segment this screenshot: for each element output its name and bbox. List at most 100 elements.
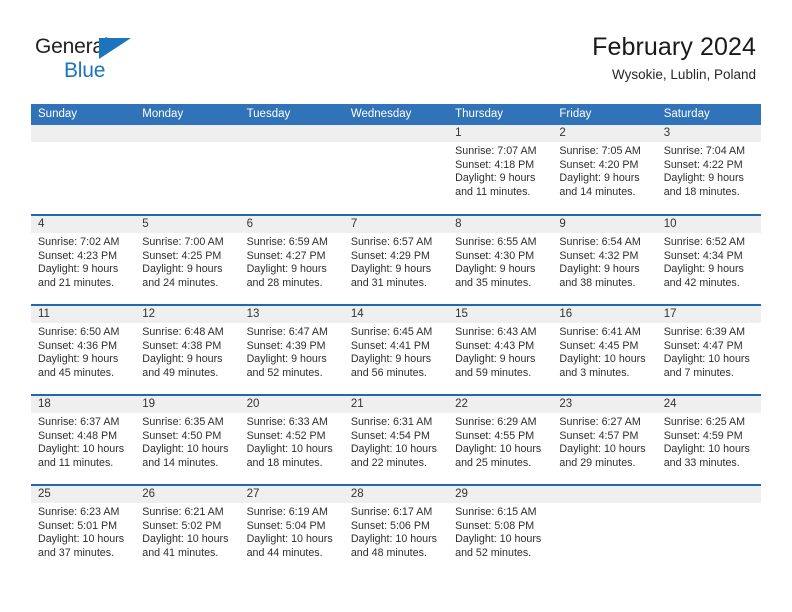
- day-number: [31, 125, 136, 142]
- day-details: Sunrise: 7:00 AM Sunset: 4:25 PM Dayligh…: [142, 236, 224, 289]
- day-number: [656, 486, 761, 503]
- day-details: Sunrise: 6:19 AM Sunset: 5:04 PM Dayligh…: [246, 506, 333, 559]
- day-cell[interactable]: 4 Sunrise: 7:02 AM Sunset: 4:23 PM Daylig…: [31, 214, 136, 305]
- day-details: Sunrise: 6:43 AM Sunset: 4:43 PM Dayligh…: [455, 326, 537, 379]
- day-number: [239, 125, 344, 142]
- calendar-week-row: 25 Sunrise: 6:23 AM Sunset: 5:01 PM Dayli…: [31, 484, 761, 575]
- day-cell[interactable]: 18 Sunrise: 6:37 AM Sunset: 4:48 PM Dayli…: [31, 394, 136, 485]
- day-number: 21: [343, 396, 449, 413]
- day-number: [552, 486, 657, 503]
- page-header: General Blue February 2024 Wysokie, Lubl…: [0, 0, 792, 82]
- day-cell[interactable]: [656, 484, 761, 575]
- weekday-header-sunday: Sunday: [31, 104, 136, 125]
- weekday-header-monday: Monday: [135, 104, 240, 125]
- day-details: Sunrise: 7:02 AM Sunset: 4:23 PM Dayligh…: [38, 236, 120, 289]
- day-cell[interactable]: 9 Sunrise: 6:54 AM Sunset: 4:32 PM Daylig…: [552, 214, 657, 305]
- day-cell[interactable]: 7 Sunrise: 6:57 AM Sunset: 4:29 PM Daylig…: [343, 214, 449, 305]
- day-details: [135, 142, 239, 145]
- day-cell[interactable]: 16 Sunrise: 6:41 AM Sunset: 4:45 PM Dayli…: [552, 304, 657, 395]
- day-cell[interactable]: 22 Sunrise: 6:29 AM Sunset: 4:55 PM Dayli…: [448, 394, 553, 485]
- day-number: 1: [448, 125, 553, 142]
- day-cell[interactable]: 19 Sunrise: 6:35 AM Sunset: 4:50 PM Dayli…: [135, 394, 240, 485]
- day-cell[interactable]: 24 Sunrise: 6:25 AM Sunset: 4:59 PM Dayli…: [656, 394, 761, 485]
- day-cell[interactable]: 26 Sunrise: 6:21 AM Sunset: 5:02 PM Dayli…: [135, 484, 240, 575]
- day-cell[interactable]: 2 Sunrise: 7:05 AM Sunset: 4:20 PM Daylig…: [552, 125, 657, 215]
- calendar-week-row: 11 Sunrise: 6:50 AM Sunset: 4:36 PM Dayli…: [31, 304, 761, 395]
- day-number: [135, 125, 240, 142]
- day-details: [657, 503, 761, 506]
- day-cell[interactable]: 29 Sunrise: 6:15 AM Sunset: 5:08 PM Dayli…: [448, 484, 553, 575]
- weekday-header-wednesday: Wednesday: [343, 104, 449, 125]
- day-details: Sunrise: 6:45 AM Sunset: 4:41 PM Dayligh…: [350, 326, 433, 379]
- weekday-header-thursday: Thursday: [448, 104, 553, 125]
- day-details: Sunrise: 6:59 AM Sunset: 4:27 PM Dayligh…: [246, 236, 328, 289]
- day-cell[interactable]: [552, 484, 657, 575]
- day-cell[interactable]: 21 Sunrise: 6:31 AM Sunset: 4:54 PM Dayli…: [343, 394, 449, 485]
- day-number: 16: [552, 306, 657, 323]
- day-cell[interactable]: 15 Sunrise: 6:43 AM Sunset: 4:43 PM Dayli…: [448, 304, 553, 395]
- day-details: Sunrise: 7:05 AM Sunset: 4:20 PM Dayligh…: [559, 145, 641, 198]
- day-details: Sunrise: 6:37 AM Sunset: 4:48 PM Dayligh…: [38, 416, 125, 469]
- day-details: Sunrise: 6:23 AM Sunset: 5:01 PM Dayligh…: [38, 506, 125, 559]
- day-cell[interactable]: 23 Sunrise: 6:27 AM Sunset: 4:57 PM Dayli…: [552, 394, 657, 485]
- day-cell[interactable]: 27 Sunrise: 6:19 AM Sunset: 5:04 PM Dayli…: [239, 484, 344, 575]
- day-number: 22: [448, 396, 553, 413]
- general-blue-logo[interactable]: General Blue: [35, 36, 155, 84]
- day-cell[interactable]: 10 Sunrise: 6:52 AM Sunset: 4:34 PM Dayli…: [656, 214, 761, 305]
- day-details: Sunrise: 6:33 AM Sunset: 4:52 PM Dayligh…: [246, 416, 333, 469]
- day-number: 14: [343, 306, 449, 323]
- day-cell[interactable]: 28 Sunrise: 6:17 AM Sunset: 5:06 PM Dayli…: [343, 484, 449, 575]
- day-cell[interactable]: 17 Sunrise: 6:39 AM Sunset: 4:47 PM Dayli…: [656, 304, 761, 395]
- day-cell[interactable]: [135, 125, 240, 215]
- calendar-week-row: 18 Sunrise: 6:37 AM Sunset: 4:48 PM Dayli…: [31, 394, 761, 485]
- day-details: Sunrise: 6:47 AM Sunset: 4:39 PM Dayligh…: [246, 326, 328, 379]
- day-number: 9: [552, 216, 657, 233]
- weekday-header-saturday: Saturday: [656, 104, 761, 125]
- day-number: 5: [135, 216, 240, 233]
- day-number: 8: [448, 216, 553, 233]
- day-number: 12: [135, 306, 240, 323]
- day-cell[interactable]: 1 Sunrise: 7:07 AM Sunset: 4:18 PM Daylig…: [448, 125, 553, 215]
- logo-text-blue: Blue: [64, 59, 106, 82]
- day-cell[interactable]: [343, 125, 449, 215]
- day-cell[interactable]: [31, 125, 136, 215]
- calendar-week-row: 4 Sunrise: 7:02 AM Sunset: 4:23 PM Daylig…: [31, 214, 761, 305]
- day-details: Sunrise: 6:25 AM Sunset: 4:59 PM Dayligh…: [663, 416, 750, 469]
- day-details: Sunrise: 6:52 AM Sunset: 4:34 PM Dayligh…: [663, 236, 746, 289]
- day-number: 11: [31, 306, 136, 323]
- day-cell[interactable]: 6 Sunrise: 6:59 AM Sunset: 4:27 PM Daylig…: [239, 214, 344, 305]
- calendar-body: 1 Sunrise: 7:07 AM Sunset: 4:18 PM Daylig…: [31, 125, 761, 575]
- day-number: 26: [135, 486, 240, 503]
- day-cell[interactable]: [239, 125, 344, 215]
- day-details: Sunrise: 6:57 AM Sunset: 4:29 PM Dayligh…: [350, 236, 433, 289]
- day-number: 29: [448, 486, 553, 503]
- weekday-header-tuesday: Tuesday: [239, 104, 344, 125]
- day-details: Sunrise: 7:04 AM Sunset: 4:22 PM Dayligh…: [663, 145, 746, 198]
- day-number: 20: [239, 396, 344, 413]
- day-cell[interactable]: 12 Sunrise: 6:48 AM Sunset: 4:38 PM Dayli…: [135, 304, 240, 395]
- day-cell[interactable]: 5 Sunrise: 7:00 AM Sunset: 4:25 PM Daylig…: [135, 214, 240, 305]
- calendar-table: Sunday Monday Tuesday Wednesday Thursday…: [31, 104, 761, 575]
- day-number: 25: [31, 486, 136, 503]
- day-details: Sunrise: 7:07 AM Sunset: 4:18 PM Dayligh…: [455, 145, 537, 198]
- calendar-week-row: 1 Sunrise: 7:07 AM Sunset: 4:18 PM Daylig…: [31, 125, 761, 215]
- day-details: Sunrise: 6:55 AM Sunset: 4:30 PM Dayligh…: [455, 236, 537, 289]
- calendar-header-row: Sunday Monday Tuesday Wednesday Thursday…: [31, 104, 761, 125]
- day-number: 27: [239, 486, 344, 503]
- day-details: Sunrise: 6:27 AM Sunset: 4:57 PM Dayligh…: [559, 416, 646, 469]
- day-cell[interactable]: 11 Sunrise: 6:50 AM Sunset: 4:36 PM Dayli…: [31, 304, 136, 395]
- day-cell[interactable]: 8 Sunrise: 6:55 AM Sunset: 4:30 PM Daylig…: [448, 214, 553, 305]
- day-cell[interactable]: 20 Sunrise: 6:33 AM Sunset: 4:52 PM Dayli…: [239, 394, 344, 485]
- day-cell[interactable]: 3 Sunrise: 7:04 AM Sunset: 4:22 PM Daylig…: [656, 125, 761, 215]
- day-number: 7: [343, 216, 449, 233]
- title-block: February 2024 Wysokie, Lublin, Poland: [592, 32, 756, 86]
- day-cell[interactable]: 13 Sunrise: 6:47 AM Sunset: 4:39 PM Dayli…: [239, 304, 344, 395]
- day-cell[interactable]: 14 Sunrise: 6:45 AM Sunset: 4:41 PM Dayli…: [343, 304, 449, 395]
- day-number: 2: [552, 125, 657, 142]
- day-number: 13: [239, 306, 344, 323]
- day-number: 24: [656, 396, 761, 413]
- triangle-flag-icon: [99, 38, 131, 59]
- day-details: Sunrise: 6:29 AM Sunset: 4:55 PM Dayligh…: [455, 416, 542, 469]
- day-details: Sunrise: 6:41 AM Sunset: 4:45 PM Dayligh…: [559, 326, 646, 379]
- day-cell[interactable]: 25 Sunrise: 6:23 AM Sunset: 5:01 PM Dayli…: [31, 484, 136, 575]
